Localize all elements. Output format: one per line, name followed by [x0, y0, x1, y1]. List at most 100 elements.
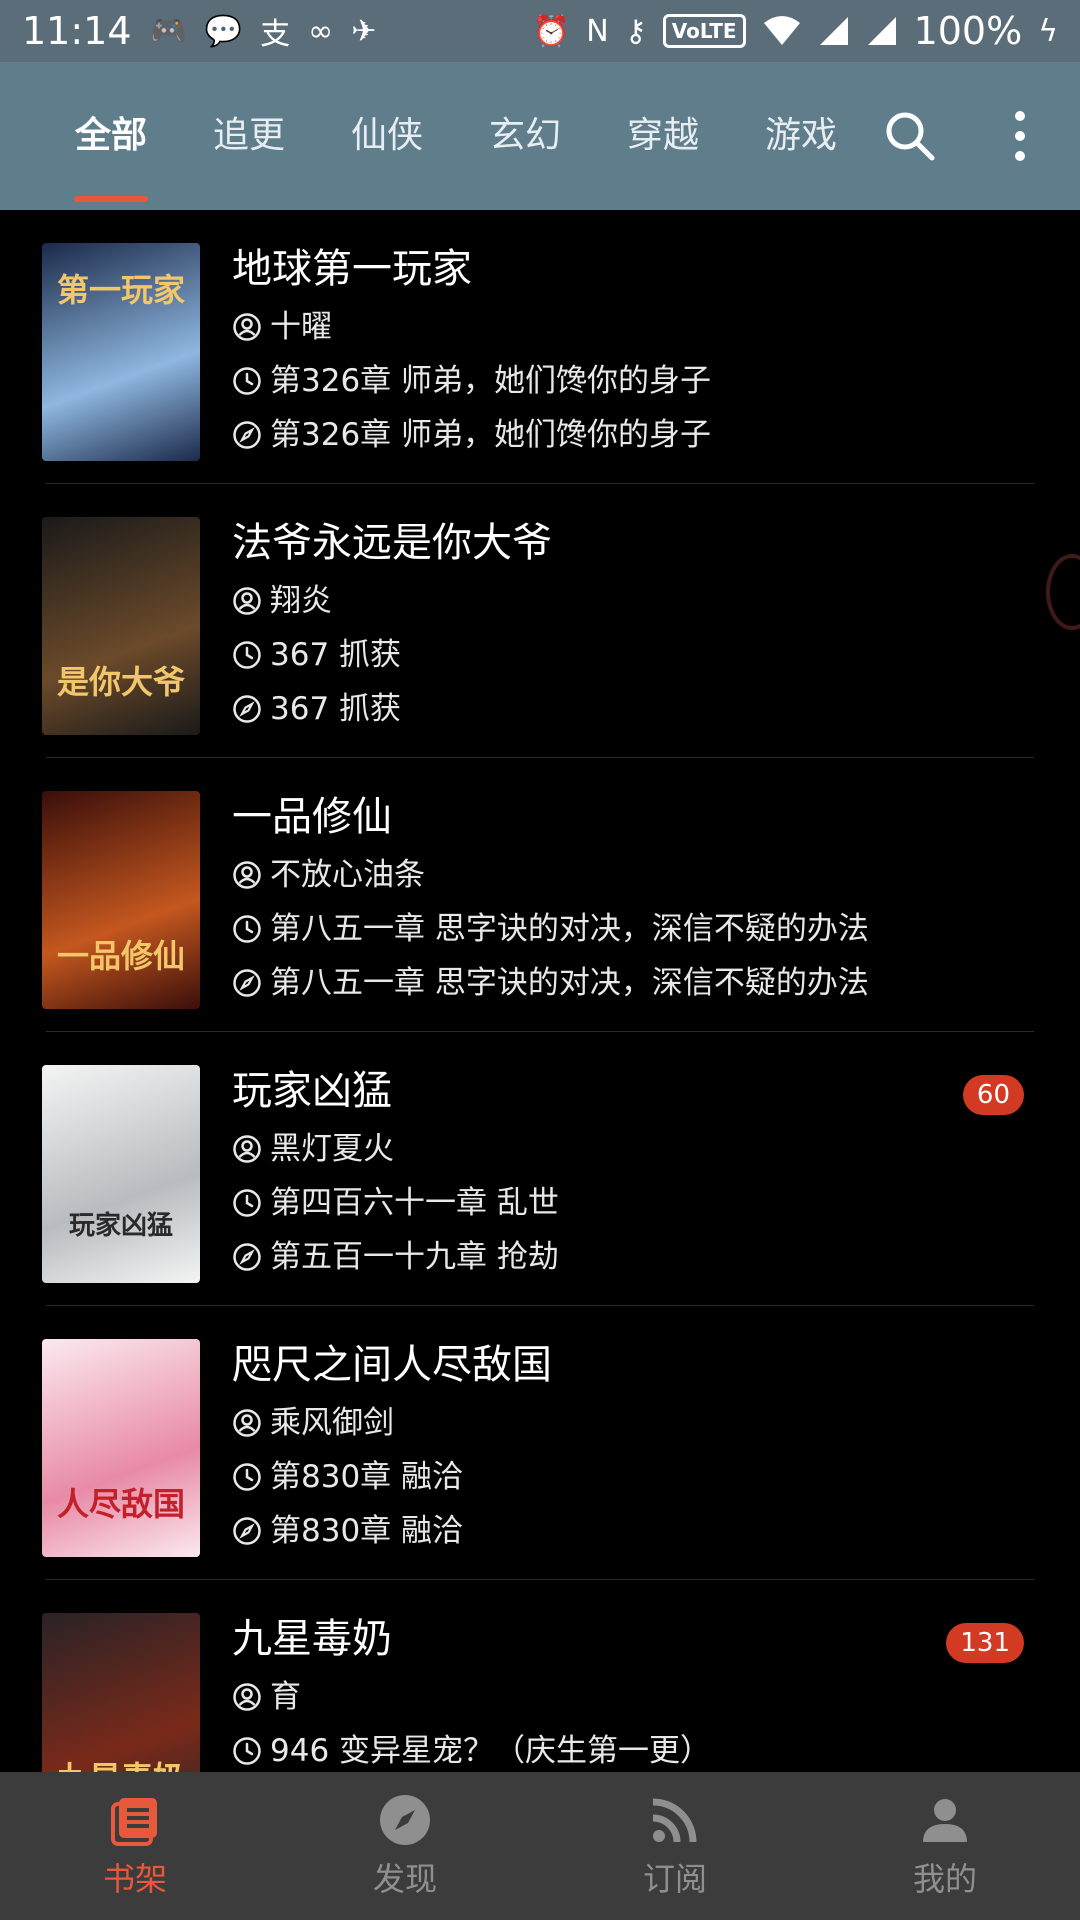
book-info: 一品修仙 不放心油条 第八五一章 思字诀的对决，深信不疑的办法 第八五一章 思字诀的对… [232, 786, 1040, 1010]
infinity-icon: ∞ [308, 13, 334, 49]
bottom-navigation: 书架 发现 订阅 我的 [0, 1772, 1080, 1920]
compass-icon [380, 1795, 430, 1845]
book-read-chapter: 第五百一十九章 抢劫 [270, 1239, 559, 1275]
book-latest-row: 第830章 融洽 [232, 1450, 1040, 1504]
book-read-chapter: 第830章 融洽 [270, 1513, 464, 1549]
book-read-row: 第八五一章 思字诀的对决，深信不疑的办法 [232, 956, 1040, 1010]
book-item[interactable]: 玩家凶猛 玩家凶猛 黑灯夏火 第四百六十一章 乱世 第五百一十九章 抢劫 60 [0, 1032, 1080, 1306]
book-title: 地球第一玩家 [232, 246, 472, 292]
book-title: 一品修仙 [232, 794, 392, 840]
book-author: 乘风御剑 [270, 1405, 394, 1441]
book-cover[interactable]: 人尽敌国 [42, 1339, 200, 1557]
book-latest-chapter: 367 抓获 [270, 637, 402, 673]
book-cover-art-text: 一品修仙 [56, 937, 185, 975]
book-latest-row: 946 变异星宠？（庆生第一更） [232, 1724, 1040, 1772]
read-progress-icon [233, 421, 261, 449]
vpn-key-icon: ⚷ [624, 13, 647, 49]
author-icon [233, 861, 261, 889]
nav-subscribe[interactable]: 订阅 [540, 1772, 810, 1920]
book-latest-row: 第八五一章 思字诀的对决，深信不疑的办法 [232, 902, 1040, 956]
wechat-icon: 💬 [204, 13, 243, 49]
book-item[interactable]: 人尽敌国 咫尺之间人尽敌国 乘风御剑 第830章 融洽 第830章 融洽 [0, 1306, 1080, 1580]
wifi-icon [762, 15, 802, 47]
bookshelf-icon [111, 1798, 157, 1846]
book-read-chapter: 第八五一章 思字诀的对决，深信不疑的办法 [270, 965, 869, 1001]
book-cover[interactable]: 九星毒奶 [42, 1613, 200, 1772]
tab-all[interactable]: 全部 [42, 62, 180, 210]
bookshelf-list[interactable]: 第一玩家 地球第一玩家 十曜 第326章 师弟，她们馋你的身子 第326章 师弟，她们馋… [0, 210, 1080, 1772]
clock-icon [233, 641, 261, 669]
book-author: 翔炎 [270, 583, 332, 619]
tab-game[interactable]: 游戏 [732, 62, 870, 210]
book-latest-chapter: 第四百六十一章 乱世 [270, 1185, 559, 1221]
unread-count-badge: 60 [962, 1075, 1024, 1115]
tab-xianxia[interactable]: 仙侠 [318, 62, 456, 210]
tab-following[interactable]: 追更 [180, 62, 318, 210]
tab-xuanhuan[interactable]: 玄幻 [456, 62, 594, 210]
clock-icon [233, 1737, 261, 1765]
book-author-row: 黑灯夏火 [232, 1122, 1040, 1176]
game-icon: 🎮 [149, 13, 187, 49]
nav-bookshelf[interactable]: 书架 [0, 1772, 270, 1920]
book-cover-art-text: 第一玩家 [56, 271, 185, 309]
status-bar: 11:14 🎮 💬 支 ∞ ✈ ⏰ N ⚷ VoLTE 100% ϟ [0, 0, 1080, 62]
book-info: 咫尺之间人尽敌国 乘风御剑 第830章 融洽 第830章 融洽 [232, 1334, 1040, 1558]
clock-icon [233, 367, 261, 395]
nav-discover[interactable]: 发现 [270, 1772, 540, 1920]
book-title: 法爷永远是你大爷 [232, 520, 552, 566]
book-cover-art-text: 九星毒奶 [42, 1753, 200, 1772]
book-author-row: 乘风御剑 [232, 1396, 1040, 1450]
book-read-row: 367 抓获 [232, 682, 1040, 736]
book-latest-chapter: 第830章 融洽 [270, 1459, 464, 1495]
book-latest-row: 367 抓获 [232, 628, 1040, 682]
charging-icon: ϟ [1038, 13, 1058, 49]
book-author-row: 十曜 [232, 300, 1040, 354]
book-latest-chapter: 第八五一章 思字诀的对决，深信不疑的办法 [270, 911, 869, 947]
book-read-row: 第830章 融洽 [232, 1504, 1040, 1558]
nav-profile-label: 我的 [912, 1860, 977, 1898]
clock: 11:14 [22, 9, 132, 53]
rss-icon [652, 1798, 697, 1843]
search-icon [886, 112, 935, 161]
book-cover-art-text: 玩家凶猛 [68, 1211, 173, 1241]
book-cover[interactable]: 是你大爷 [42, 517, 200, 735]
author-icon [233, 587, 261, 615]
clock-icon [233, 915, 261, 943]
book-cover-art-text: 是你大爷 [56, 663, 185, 701]
book-info: 玩家凶猛黑灯夏火第四百六十一章 乱世 第五百一十九章 抢劫 [232, 1060, 1040, 1284]
clock-icon [233, 1189, 261, 1217]
book-cover[interactable]: 玩家凶猛 [42, 1065, 200, 1283]
more-vertical-icon [1015, 111, 1025, 161]
book-item[interactable]: 九星毒奶九星毒奶育946 变异星宠？（庆生第一更）131 [0, 1580, 1080, 1772]
book-author: 十曜 [270, 309, 332, 345]
more-options-button[interactable] [1000, 106, 1040, 166]
book-cover[interactable]: 一品修仙 [42, 791, 200, 1009]
book-info: 法爷永远是你大爷翔炎 367 抓获 367 抓获 [232, 512, 1040, 736]
book-item[interactable]: 是你大爷 法爷永远是你大爷翔炎 367 抓获 367 抓获 [0, 484, 1080, 758]
book-author-row: 育 [232, 1670, 1040, 1724]
book-read-row: 第326章 师弟，她们馋你的身子 [232, 408, 1040, 462]
book-author-row: 翔炎 [232, 574, 1040, 628]
read-progress-icon [233, 1243, 261, 1271]
book-read-chapter: 367 抓获 [270, 691, 402, 727]
tab-time-travel[interactable]: 穿越 [594, 62, 732, 210]
nav-profile[interactable]: 我的 [810, 1772, 1080, 1920]
book-item[interactable]: 第一玩家 地球第一玩家 十曜 第326章 师弟，她们馋你的身子 第326章 师弟，她们馋… [0, 210, 1080, 484]
unread-count-badge: 131 [946, 1623, 1024, 1663]
book-item[interactable]: 一品修仙 一品修仙 不放心油条 第八五一章 思字诀的对决，深信不疑的办法 第八五一章 思… [0, 758, 1080, 1032]
read-progress-icon [233, 969, 261, 997]
clock-icon [233, 1463, 261, 1491]
nav-discover-label: 发现 [372, 1860, 437, 1898]
book-latest-row: 第四百六十一章 乱世 [232, 1176, 1040, 1230]
search-button[interactable] [880, 106, 940, 166]
author-icon [233, 313, 261, 341]
book-read-chapter: 第326章 师弟，她们馋你的身子 [270, 417, 712, 453]
person-icon [923, 1799, 967, 1842]
read-progress-icon [233, 1517, 261, 1545]
signal-icon-2 [866, 15, 898, 47]
alarm-icon: ⏰ [532, 13, 571, 49]
book-title: 玩家凶猛 [232, 1068, 392, 1114]
book-latest-chapter: 946 变异星宠？（庆生第一更） [270, 1733, 712, 1769]
book-cover[interactable]: 第一玩家 [42, 243, 200, 461]
book-author: 黑灯夏火 [270, 1131, 394, 1167]
